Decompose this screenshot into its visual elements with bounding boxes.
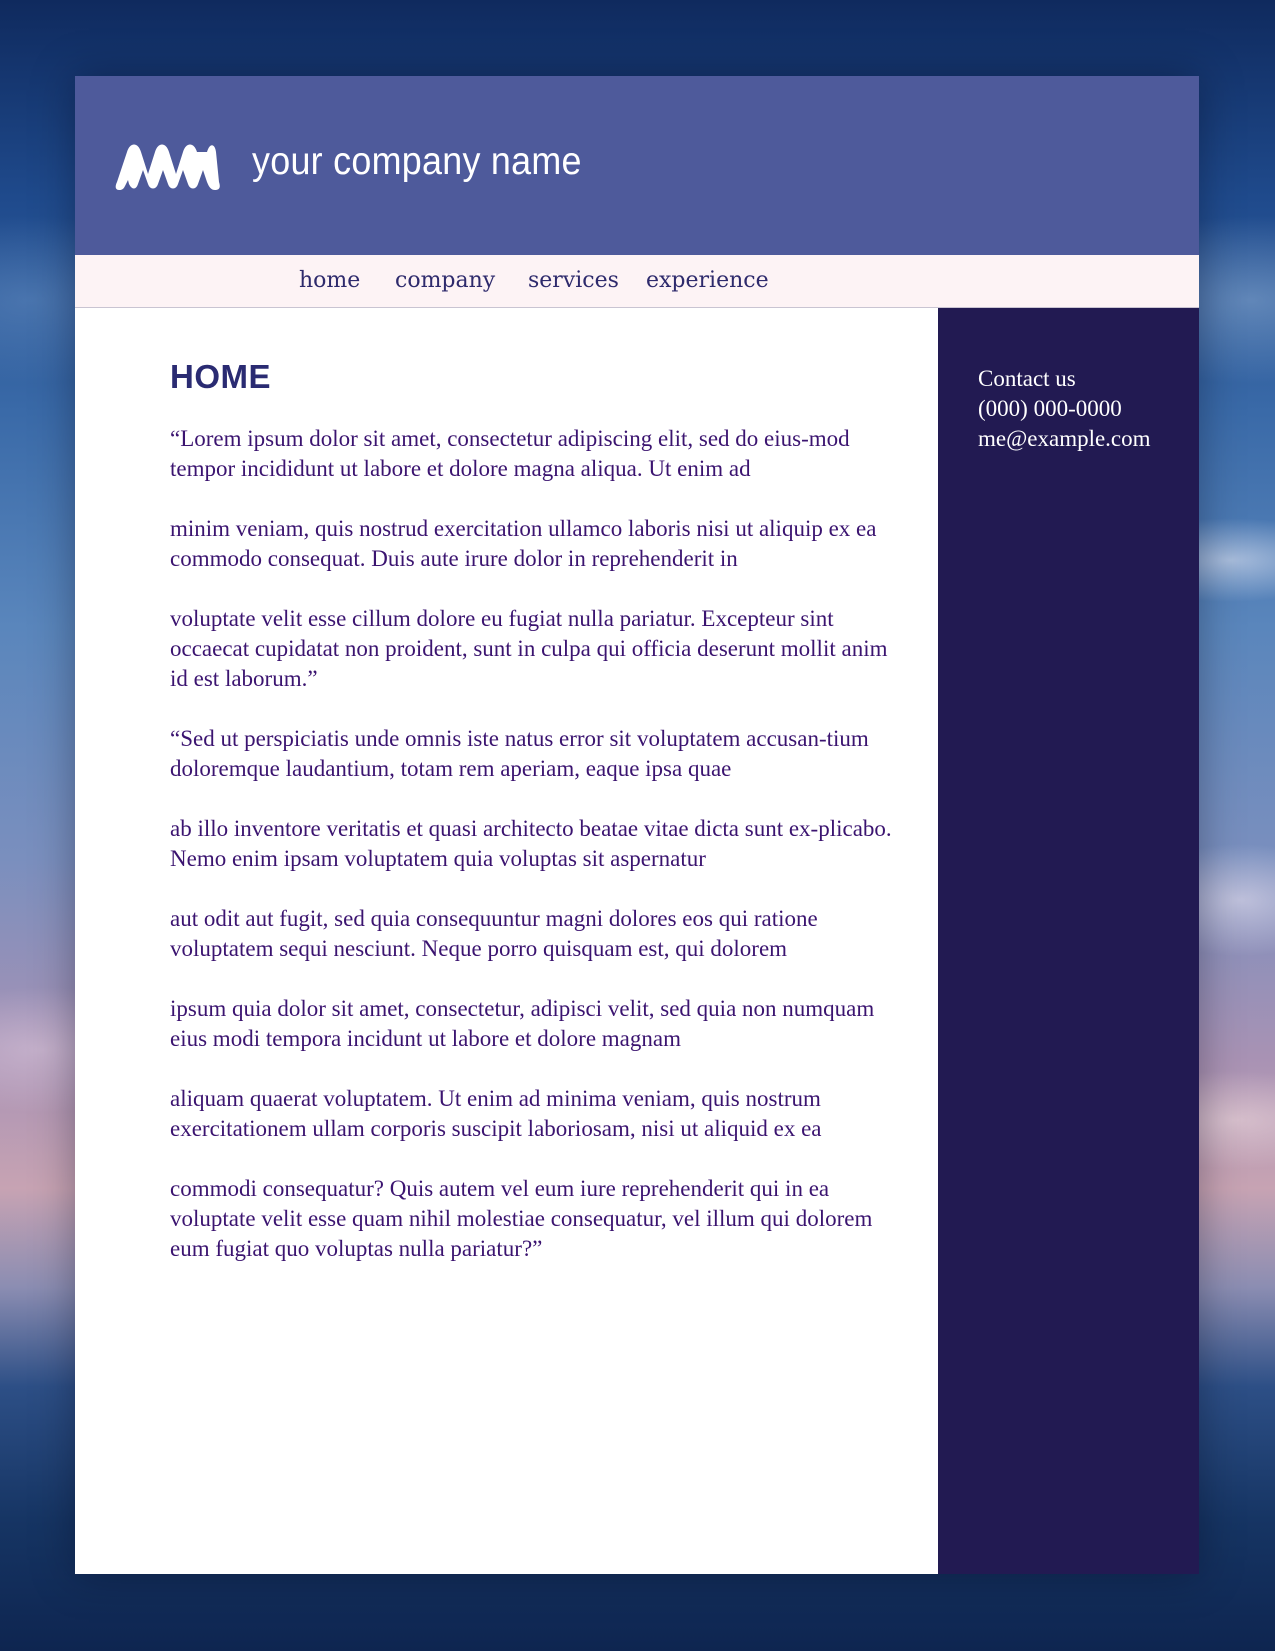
contact-phone[interactable]: (000) 000-0000 [978,394,1151,424]
main-navigation: home company services experience [75,255,1199,308]
contact-email[interactable]: me@example.com [978,424,1151,454]
paragraph: ab illo inventore veritatis et quasi arc… [170,816,892,871]
paragraph: minim veniam, quis nostrud exercitation … [170,516,877,571]
nav-item-services[interactable]: services [528,268,619,293]
contact-sidebar: Contact us (000) 000-0000 me@example.com [938,308,1199,1574]
site-header: your company name [75,76,1199,255]
main-content: HOME “Lorem ipsum dolor sit amet, consec… [75,308,938,1574]
page-container: your company name home company services … [75,76,1199,1574]
body-text: “Lorem ipsum dolor sit amet, consectetur… [170,424,910,1294]
contact-label: Contact us [978,366,1076,391]
nav-item-experience[interactable]: experience [646,268,769,293]
paragraph: aliquam quaerat voluptatem. Ut enim ad m… [170,1086,822,1141]
paragraph: ipsum quia dolor sit amet, consectetur, … [170,996,875,1051]
paragraph: commodi consequatur? Quis autem vel eum … [170,1176,873,1261]
contact-block: Contact us (000) 000-0000 me@example.com [978,364,1151,454]
company-name: your company name [252,140,582,183]
paragraph: voluptate velit esse cillum dolore eu fu… [170,606,888,691]
nav-item-home[interactable]: home [299,268,360,293]
paragraph: aut odit aut fugit, sed quia consequuntu… [170,906,818,961]
paragraph: “Sed ut perspiciatis unde omnis iste nat… [170,726,869,781]
paragraph: “Lorem ipsum dolor sit amet, consectetur… [170,426,850,481]
nav-item-company[interactable]: company [395,268,495,293]
mountain-logo-icon[interactable] [115,140,221,192]
page-title: HOME [170,358,271,395]
